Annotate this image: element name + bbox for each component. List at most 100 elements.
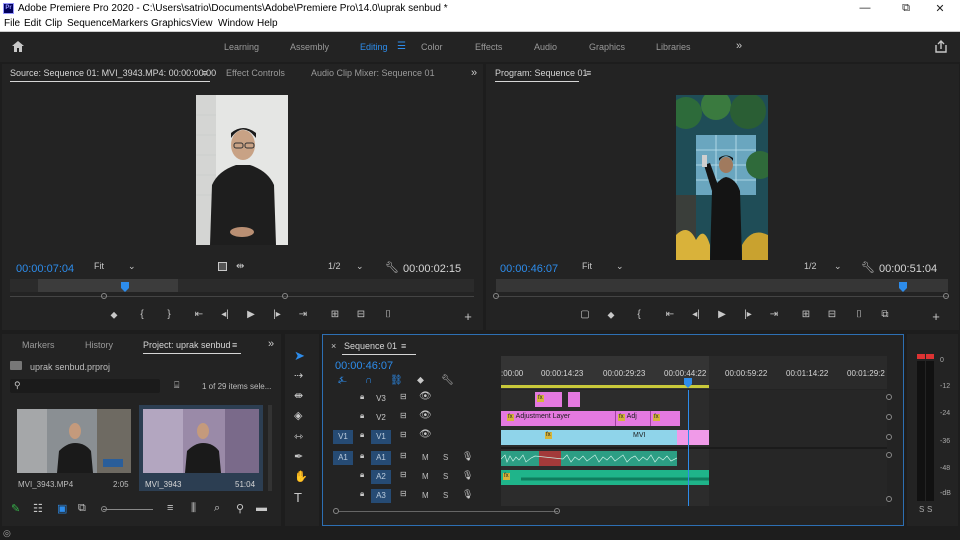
- list-view-icon[interactable]: ☷: [33, 502, 43, 515]
- drag-video-icon[interactable]: [218, 262, 227, 271]
- timeline-tracks-area[interactable]: fx fx Adjustment Layer fx Adj fx fx MVI fx: [501, 390, 887, 506]
- program-time-ruler[interactable]: [496, 279, 948, 292]
- menu-edit[interactable]: Edit: [24, 18, 41, 29]
- menu-window[interactable]: Window: [218, 18, 254, 29]
- track-scroll-handle[interactable]: [886, 452, 892, 458]
- workspace-color[interactable]: Color: [421, 42, 443, 52]
- snap-icon[interactable]: ∩: [365, 375, 372, 386]
- microphone-icon[interactable]: 🎙︎: [462, 470, 473, 481]
- menu-help[interactable]: Help: [257, 18, 278, 29]
- step-forward-icon[interactable]: |▸: [270, 309, 284, 320]
- track-scroll-handle[interactable]: [886, 434, 892, 440]
- program-panel-menu-icon[interactable]: ≡: [586, 68, 591, 78]
- extract-icon[interactable]: ⊟: [825, 309, 839, 320]
- source-zoom-handle-right[interactable]: [282, 293, 288, 299]
- project-scrollbar[interactable]: [268, 405, 272, 491]
- track-label-a3[interactable]: A3: [371, 489, 391, 503]
- tab-program[interactable]: Program: Sequence 01: [495, 68, 588, 78]
- workspace-audio[interactable]: Audio: [534, 42, 557, 52]
- overwrite-icon[interactable]: ⊟: [354, 309, 368, 320]
- step-forward-icon[interactable]: |▸: [741, 309, 755, 320]
- clip-v1-transition[interactable]: [677, 430, 709, 445]
- solo-button[interactable]: S: [443, 491, 448, 500]
- eye-icon[interactable]: 👁︎: [419, 410, 432, 421]
- pencil-icon[interactable]: ✎: [11, 502, 20, 515]
- mute-button[interactable]: M: [422, 453, 429, 462]
- type-tool-icon[interactable]: T: [294, 490, 302, 505]
- nest-icon[interactable]: ⍼: [338, 375, 347, 386]
- workspace-menu-icon[interactable]: ☰: [397, 41, 406, 52]
- linked-selection-icon[interactable]: ⛓︎: [390, 375, 403, 386]
- timeline-current-time[interactable]: 00:00:46:07: [335, 360, 393, 372]
- track-label-v3[interactable]: V3: [371, 392, 391, 406]
- meter-solo-right[interactable]: S: [927, 505, 932, 514]
- project-panel-menu-icon[interactable]: ≡: [232, 340, 237, 350]
- new-bin-icon[interactable]: ▬: [256, 502, 267, 514]
- sync-lock-icon[interactable]: ⊟: [400, 451, 407, 460]
- add-marker-icon[interactable]: ⬥: [604, 310, 618, 321]
- lock-icon[interactable]: 🔒︎: [360, 392, 364, 402]
- program-resolution-select[interactable]: 1/2 ⌄: [804, 261, 850, 273]
- microphone-icon[interactable]: 🎙︎: [462, 489, 473, 500]
- lift-icon[interactable]: ⊞: [799, 309, 813, 320]
- workspace-assembly[interactable]: Assembly: [290, 42, 329, 52]
- sync-lock-icon[interactable]: ⊟: [400, 411, 407, 420]
- timeline-ruler[interactable]: :00:00 00:00:14:23 00:00:29:23 00:00:44:…: [501, 356, 887, 389]
- tab-sequence[interactable]: Sequence 01: [344, 341, 397, 351]
- lock-icon[interactable]: 🔒︎: [360, 451, 364, 461]
- slip-tool-icon[interactable]: ⇿: [294, 430, 303, 443]
- add-marker-icon[interactable]: ⬥: [107, 310, 121, 321]
- workspace-effects[interactable]: Effects: [475, 42, 502, 52]
- hand-tool-icon[interactable]: ✋: [294, 470, 308, 483]
- icon-view-icon[interactable]: ▣: [57, 502, 67, 515]
- clip-adjustment-layer[interactable]: fx Adjustment Layer: [501, 411, 615, 426]
- workspace-learning[interactable]: Learning: [224, 42, 259, 52]
- export-frame-icon[interactable]: ⌷: [381, 309, 395, 320]
- home-icon[interactable]: [11, 40, 25, 53]
- source-zoom-select[interactable]: Fit ⌄: [94, 261, 140, 273]
- project-search-input[interactable]: ⚲: [10, 379, 160, 393]
- source-zoom-handle-left[interactable]: [101, 293, 107, 299]
- menu-clip[interactable]: Clip: [45, 18, 62, 29]
- button-editor-icon[interactable]: +: [461, 309, 475, 324]
- mute-button[interactable]: M: [422, 472, 429, 481]
- go-to-out-icon[interactable]: ⇥: [296, 309, 310, 320]
- solo-button[interactable]: S: [443, 472, 448, 481]
- sync-lock-icon[interactable]: ⊟: [400, 470, 407, 479]
- button-editor-icon[interactable]: +: [929, 309, 943, 324]
- step-back-icon[interactable]: ◂|: [218, 309, 232, 320]
- selection-tool-icon[interactable]: ➤: [294, 348, 305, 364]
- meter-solo-left[interactable]: S: [919, 505, 924, 514]
- sort-icons-icon[interactable]: ≡: [167, 502, 173, 514]
- drag-audio-icon[interactable]: ⇹: [236, 261, 244, 272]
- sync-lock-icon[interactable]: ⊟: [400, 489, 407, 498]
- clip-v3-2[interactable]: [568, 392, 580, 407]
- tab-source[interactable]: Source: Sequence 01: MVI_3943.MP4: 00:00…: [10, 68, 216, 78]
- mute-button[interactable]: M: [422, 491, 429, 500]
- clip-v3-1[interactable]: fx: [535, 392, 562, 407]
- go-to-in-icon[interactable]: ⇤: [663, 309, 677, 320]
- source-patch-v1[interactable]: V1: [333, 430, 353, 444]
- menu-markers[interactable]: Markers: [112, 18, 148, 29]
- project-item-clip[interactable]: MVI_3943.MP4 2:05: [13, 405, 135, 491]
- ripple-edit-tool-icon[interactable]: ⇼: [294, 389, 303, 402]
- thumbnail-size-slider[interactable]: [103, 509, 153, 510]
- track-select-tool-icon[interactable]: ⇢: [294, 369, 303, 382]
- razor-tool-icon[interactable]: ◈: [294, 409, 302, 422]
- eye-icon[interactable]: 👁︎: [419, 391, 432, 402]
- workspace-libraries[interactable]: Libraries: [656, 42, 691, 52]
- menu-file[interactable]: File: [4, 18, 20, 29]
- sync-lock-icon[interactable]: ⊟: [400, 392, 407, 401]
- find-icon[interactable]: ⌕: [214, 502, 220, 515]
- menu-sequence[interactable]: Sequence: [67, 18, 112, 29]
- project-more-icon[interactable]: »: [268, 338, 274, 350]
- play-icon[interactable]: ▶: [715, 309, 729, 320]
- mark-in-icon[interactable]: {: [632, 309, 646, 320]
- eye-icon[interactable]: 👁︎: [419, 429, 432, 440]
- timeline-menu-icon[interactable]: ≡: [401, 341, 406, 351]
- source-more-icon[interactable]: »: [471, 67, 477, 79]
- minimize-button[interactable]: —: [858, 2, 872, 14]
- program-zoom-select[interactable]: Fit ⌄: [582, 261, 628, 273]
- source-current-time[interactable]: 00:00:07:04: [16, 263, 74, 275]
- track-label-a2[interactable]: A2: [371, 470, 391, 484]
